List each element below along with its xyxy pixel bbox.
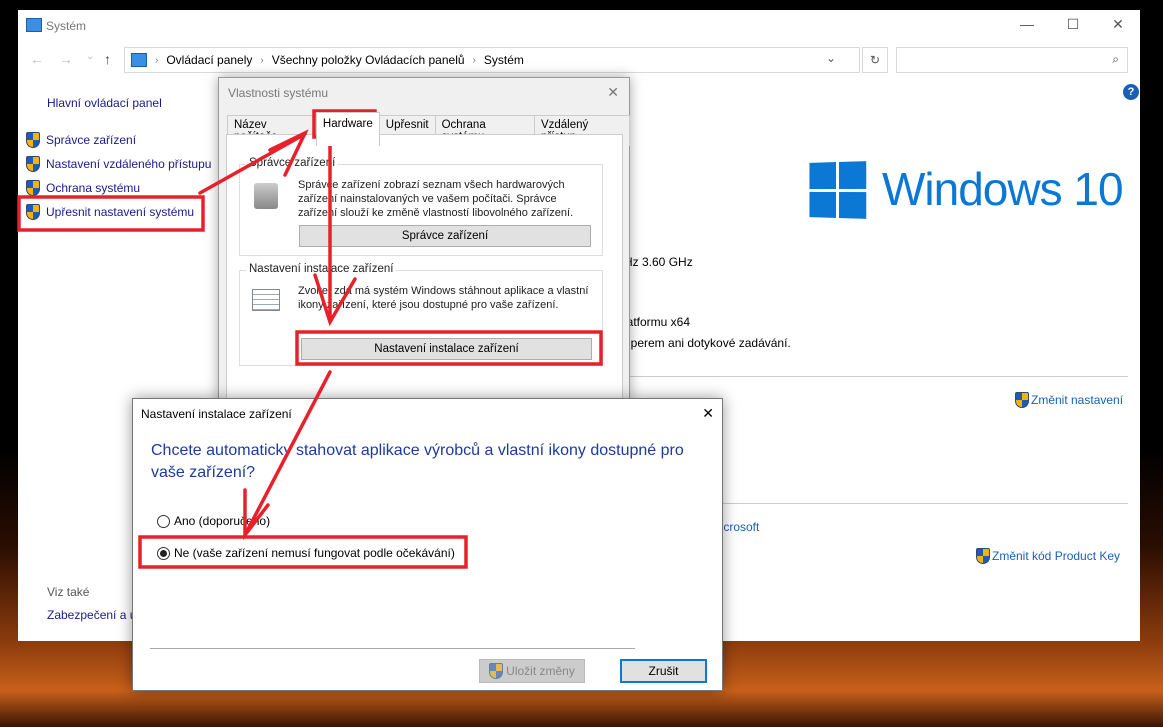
checklist-icon [252,289,280,311]
shield-icon [26,204,40,220]
windows-logo-text: Windows 10 [882,163,1124,215]
breadcrumb-item[interactable]: Všechny položky Ovládacích panelů [272,53,465,67]
maximize-button[interactable]: ☐ [1058,16,1088,33]
change-product-key-link[interactable]: Změnit kód Product Key [976,548,1120,564]
search-input[interactable]: ⌕ [896,47,1128,73]
up-button[interactable]: ↑ [104,51,111,67]
button-label: Uložit změny [506,664,575,678]
search-icon: ⌕ [1112,52,1119,66]
cancel-button[interactable]: Zrušit [620,659,707,683]
forward-button[interactable]: → [59,51,73,67]
divider [150,648,635,649]
see-also-heading: Viz také [47,585,90,599]
windows-logo-icon [809,161,867,219]
breadcrumb-item[interactable]: Ovládací panely [166,53,252,67]
help-icon[interactable]: ? [1123,84,1139,100]
chevron-right-icon: › [260,54,264,66]
shield-icon [26,156,40,172]
radio-label: Ano (doporučeno) [174,514,271,528]
save-button[interactable]: Uložit změny [479,659,585,683]
radio-button[interactable] [157,514,170,528]
close-button[interactable]: ✕ [607,84,619,101]
dialog-title: Nastavení instalace zařízení [141,407,292,421]
dialog-question: Chcete automaticky stahovat aplikace výr… [151,442,684,481]
group-label: Správce zařízení [246,157,339,169]
shield-icon [976,548,990,564]
computer-icon [26,18,42,32]
sidebar-item-device-manager[interactable]: Správce zařízení [26,132,136,148]
chevron-right-icon: › [472,54,476,66]
refresh-button[interactable]: ↻ [862,47,888,73]
back-button[interactable]: ← [30,51,44,67]
computer-icon [131,53,147,67]
radio-yes[interactable]: Ano (doporučeno) [157,514,270,528]
window-title: Systém [46,19,87,33]
control-panel-home-link[interactable]: Hlavní ovládací panel [47,96,162,110]
close-button[interactable]: ✕ [702,405,714,422]
group-label: Nastavení instalace zařízení [246,263,397,275]
sidebar-item-label: Upřesnit nastavení systému [46,205,195,219]
radio-no[interactable]: Ne (vaše zařízení nemusí fungovat podle … [157,546,455,560]
sidebar-item-label: Ochrana systému [46,181,141,195]
system-properties-dialog: Vlastnosti systému ✕ Název počítače Hard… [218,77,630,402]
microsoft-link[interactable]: licrosoft [718,520,759,534]
device-manager-icon [254,183,278,209]
sidebar-item-protection[interactable]: Ochrana systému [26,180,140,196]
device-manager-group: Správce zařízení Správce zařízení zobraz… [239,157,603,256]
dialog-title: Vlastnosti systému [228,86,329,100]
address-bar[interactable]: › Ovládací panely › Všechny položky Ovlá… [124,47,860,73]
group-text: Zvolte, zda má systém Windows stáhnout a… [298,285,589,311]
link-label: Změnit nastavení [1031,393,1124,407]
hardware-pane: Správce zařízení Správce zařízení zobraz… [226,134,623,399]
device-installation-settings-button[interactable]: Nastavení instalace zařízení [301,338,592,360]
chevron-right-icon: › [155,54,159,66]
radio-button-selected[interactable] [157,546,170,560]
sidebar-item-label: Nastavení vzdáleného přístupu [46,157,212,171]
device-manager-button[interactable]: Správce zařízení [299,225,591,247]
tab-hardware[interactable]: Hardware [315,112,380,146]
shield-icon [1015,392,1029,408]
pen-touch: í perem ani dotykové zadávání. [624,336,791,350]
breadcrumb-item[interactable]: Systém [484,53,524,67]
system-type: latformu x64 [624,315,691,329]
radio-label: Ne (vaše zařízení nemusí fungovat podle … [174,546,455,560]
shield-icon [489,663,504,679]
change-settings-link[interactable]: Změnit nastavení [1015,392,1123,408]
divider [630,376,1128,377]
sidebar-item-label: Správce zařízení [46,133,137,147]
device-installation-settings-dialog: Nastavení instalace zařízení ✕ Chcete au… [132,398,723,691]
minimize-button[interactable]: — [1012,16,1042,32]
cpu-speed: Hz 3.60 GHz [624,255,693,269]
group-text: Správce zařízení zobrazí seznam všech ha… [298,179,574,219]
recent-button[interactable]: ⌄ [86,51,94,62]
device-installation-group: Nastavení instalace zařízení Zvolte, zda… [239,263,603,366]
shield-icon [26,180,40,196]
link-label: Změnit kód Product Key [992,549,1121,563]
shield-icon [26,132,40,148]
sidebar-item-advanced[interactable]: Upřesnit nastavení systému [26,204,194,220]
address-dropdown[interactable]: ⌄ [826,51,836,65]
sidebar-item-remote[interactable]: Nastavení vzdáleného přístupu [26,156,211,172]
close-button[interactable]: ✕ [1103,16,1133,33]
